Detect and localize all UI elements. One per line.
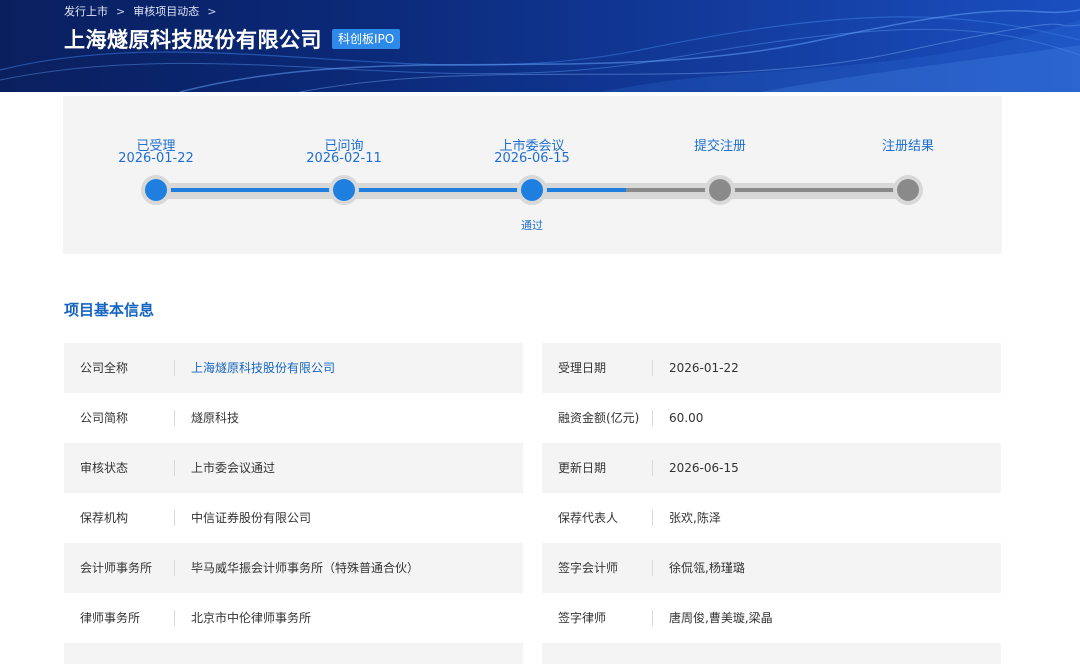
info-divider xyxy=(174,510,175,526)
info-key: 审核状态 xyxy=(80,461,129,475)
timeline-step-label[interactable]: 提交注册 xyxy=(640,135,800,154)
board-badge: 科创板IPO xyxy=(332,29,401,49)
info-divider xyxy=(652,410,653,426)
breadcrumb-separator-icon: > xyxy=(207,4,217,18)
timeline-step-date: 2026-02-11 xyxy=(306,151,382,166)
info-cell: 保荐代表人 张欢,陈泽 xyxy=(542,493,1001,543)
info-value: 毕马威华振会计师事务所（特殊普通合伙） xyxy=(191,561,420,575)
timeline-step-label[interactable]: 注册结果 xyxy=(828,135,988,154)
section-title: 项目基本信息 xyxy=(64,301,155,319)
info-key: 保荐代表人 xyxy=(558,511,619,525)
review-progress-panel: 已受理 2026-01-22 已问询 2026-02-11 上市委会议 2026-06-1… xyxy=(63,96,1002,254)
info-row: 律师事务所 北京市中伦律师事务所 签字律师 唐周俊,曹美璇,梁晶 xyxy=(64,593,1002,643)
info-row: 公司简称 燧原科技 融资金额(亿元) 60.00 xyxy=(64,393,1002,443)
page-header-banner: 发行上市 > 审核项目动态 > 上海燧原科技股份有限公司 科创板IPO xyxy=(0,0,1080,92)
info-row: 审核状态 上市委会议通过 更新日期 2026-06-15 xyxy=(64,443,1002,493)
info-row: 会计师事务所 毕马威华振会计师事务所（特殊普通合伙） 签字会计师 徐侃瓴,杨瑾璐 xyxy=(64,543,1002,593)
completed-dot-icon xyxy=(145,179,167,201)
completed-dot-icon xyxy=(521,179,543,201)
info-value: 2026-06-15 xyxy=(669,461,739,475)
progress-bar-segment xyxy=(532,188,720,192)
info-key: 会计师事务所 xyxy=(80,561,153,575)
info-key: 律师事务所 xyxy=(80,611,141,625)
timeline-step-date: 2026-06-15 xyxy=(494,151,570,166)
timeline-step-result: 通过 xyxy=(521,219,543,232)
info-value: 北京市中伦律师事务所 xyxy=(191,611,312,625)
info-divider xyxy=(652,460,653,476)
info-divider xyxy=(652,560,653,576)
info-cell: 更新日期 2026-06-15 xyxy=(542,443,1001,493)
info-divider xyxy=(174,360,175,376)
info-divider xyxy=(174,460,175,476)
timeline-node xyxy=(141,175,171,205)
info-cell: 签字律师 唐周俊,曹美璇,梁晶 xyxy=(542,593,1001,643)
info-cell xyxy=(64,643,523,664)
breadcrumb: 发行上市 > 审核项目动态 > xyxy=(64,3,224,19)
info-cell: 公司全称 上海燧原科技股份有限公司 xyxy=(64,343,523,393)
pending-dot-icon xyxy=(897,179,919,201)
info-cell: 受理日期 2026-01-22 xyxy=(542,343,1001,393)
info-divider xyxy=(174,610,175,626)
info-cell: 保荐机构 中信证券股份有限公司 xyxy=(64,493,523,543)
timeline-node xyxy=(893,175,923,205)
info-divider xyxy=(174,560,175,576)
page-title: 上海燧原科技股份有限公司 xyxy=(64,28,322,52)
info-cell: 签字会计师 徐侃瓴,杨瑾璐 xyxy=(542,543,1001,593)
breadcrumb-item-review-news[interactable]: 审核项目动态 xyxy=(133,3,199,19)
company-name-link[interactable]: 上海燧原科技股份有限公司 xyxy=(191,343,335,393)
timeline-node xyxy=(329,175,359,205)
info-cell: 会计师事务所 毕马威华振会计师事务所（特殊普通合伙） xyxy=(64,543,523,593)
info-divider xyxy=(652,360,653,376)
info-key: 更新日期 xyxy=(558,461,607,475)
timeline-node xyxy=(705,175,735,205)
info-cell: 审核状态 上市委会议通过 xyxy=(64,443,523,493)
completed-dot-icon xyxy=(333,179,355,201)
project-info-table: 公司全称 上海燧原科技股份有限公司 受理日期 2026-01-22 公司简称 燧原科技 融资… xyxy=(64,343,1002,664)
info-value: 上市委会议通过 xyxy=(191,461,276,475)
info-cell xyxy=(542,643,1001,664)
timeline-node xyxy=(517,175,547,205)
info-key: 签字律师 xyxy=(558,611,607,625)
info-key: 受理日期 xyxy=(558,361,607,375)
info-cell: 律师事务所 北京市中伦律师事务所 xyxy=(64,593,523,643)
info-value: 中信证券股份有限公司 xyxy=(191,511,312,525)
info-key: 公司简称 xyxy=(80,411,129,425)
timeline-step-date: 2026-01-22 xyxy=(118,151,194,166)
info-divider xyxy=(174,410,175,426)
breadcrumb-item-ipo[interactable]: 发行上市 xyxy=(64,3,108,19)
pending-dot-icon xyxy=(709,179,731,201)
progress-bar-segment xyxy=(720,188,908,192)
title-row: 上海燧原科技股份有限公司 科创板IPO xyxy=(64,24,401,54)
info-value: 60.00 xyxy=(669,411,704,425)
info-value: 唐周俊,曹美璇,梁晶 xyxy=(669,611,773,625)
info-row: 公司全称 上海燧原科技股份有限公司 受理日期 2026-01-22 xyxy=(64,343,1002,393)
info-key: 保荐机构 xyxy=(80,511,129,525)
info-value: 燧原科技 xyxy=(191,411,240,425)
info-value: 张欢,陈泽 xyxy=(669,511,721,525)
breadcrumb-separator-icon: > xyxy=(116,4,126,18)
info-cell: 公司简称 燧原科技 xyxy=(64,393,523,443)
progress-bar-segment xyxy=(156,188,344,192)
info-cell: 融资金额(亿元) 60.00 xyxy=(542,393,1001,443)
info-key: 融资金额(亿元) xyxy=(558,411,640,425)
info-key: 公司全称 xyxy=(80,361,129,375)
info-value: 2026-01-22 xyxy=(669,361,739,375)
info-row: 保荐机构 中信证券股份有限公司 保荐代表人 张欢,陈泽 xyxy=(64,493,1002,543)
info-key: 签字会计师 xyxy=(558,561,619,575)
info-value: 徐侃瓴,杨瑾璐 xyxy=(669,561,745,575)
info-divider xyxy=(652,510,653,526)
info-row xyxy=(64,643,1002,664)
info-divider xyxy=(652,610,653,626)
progress-bar-segment xyxy=(344,188,532,192)
